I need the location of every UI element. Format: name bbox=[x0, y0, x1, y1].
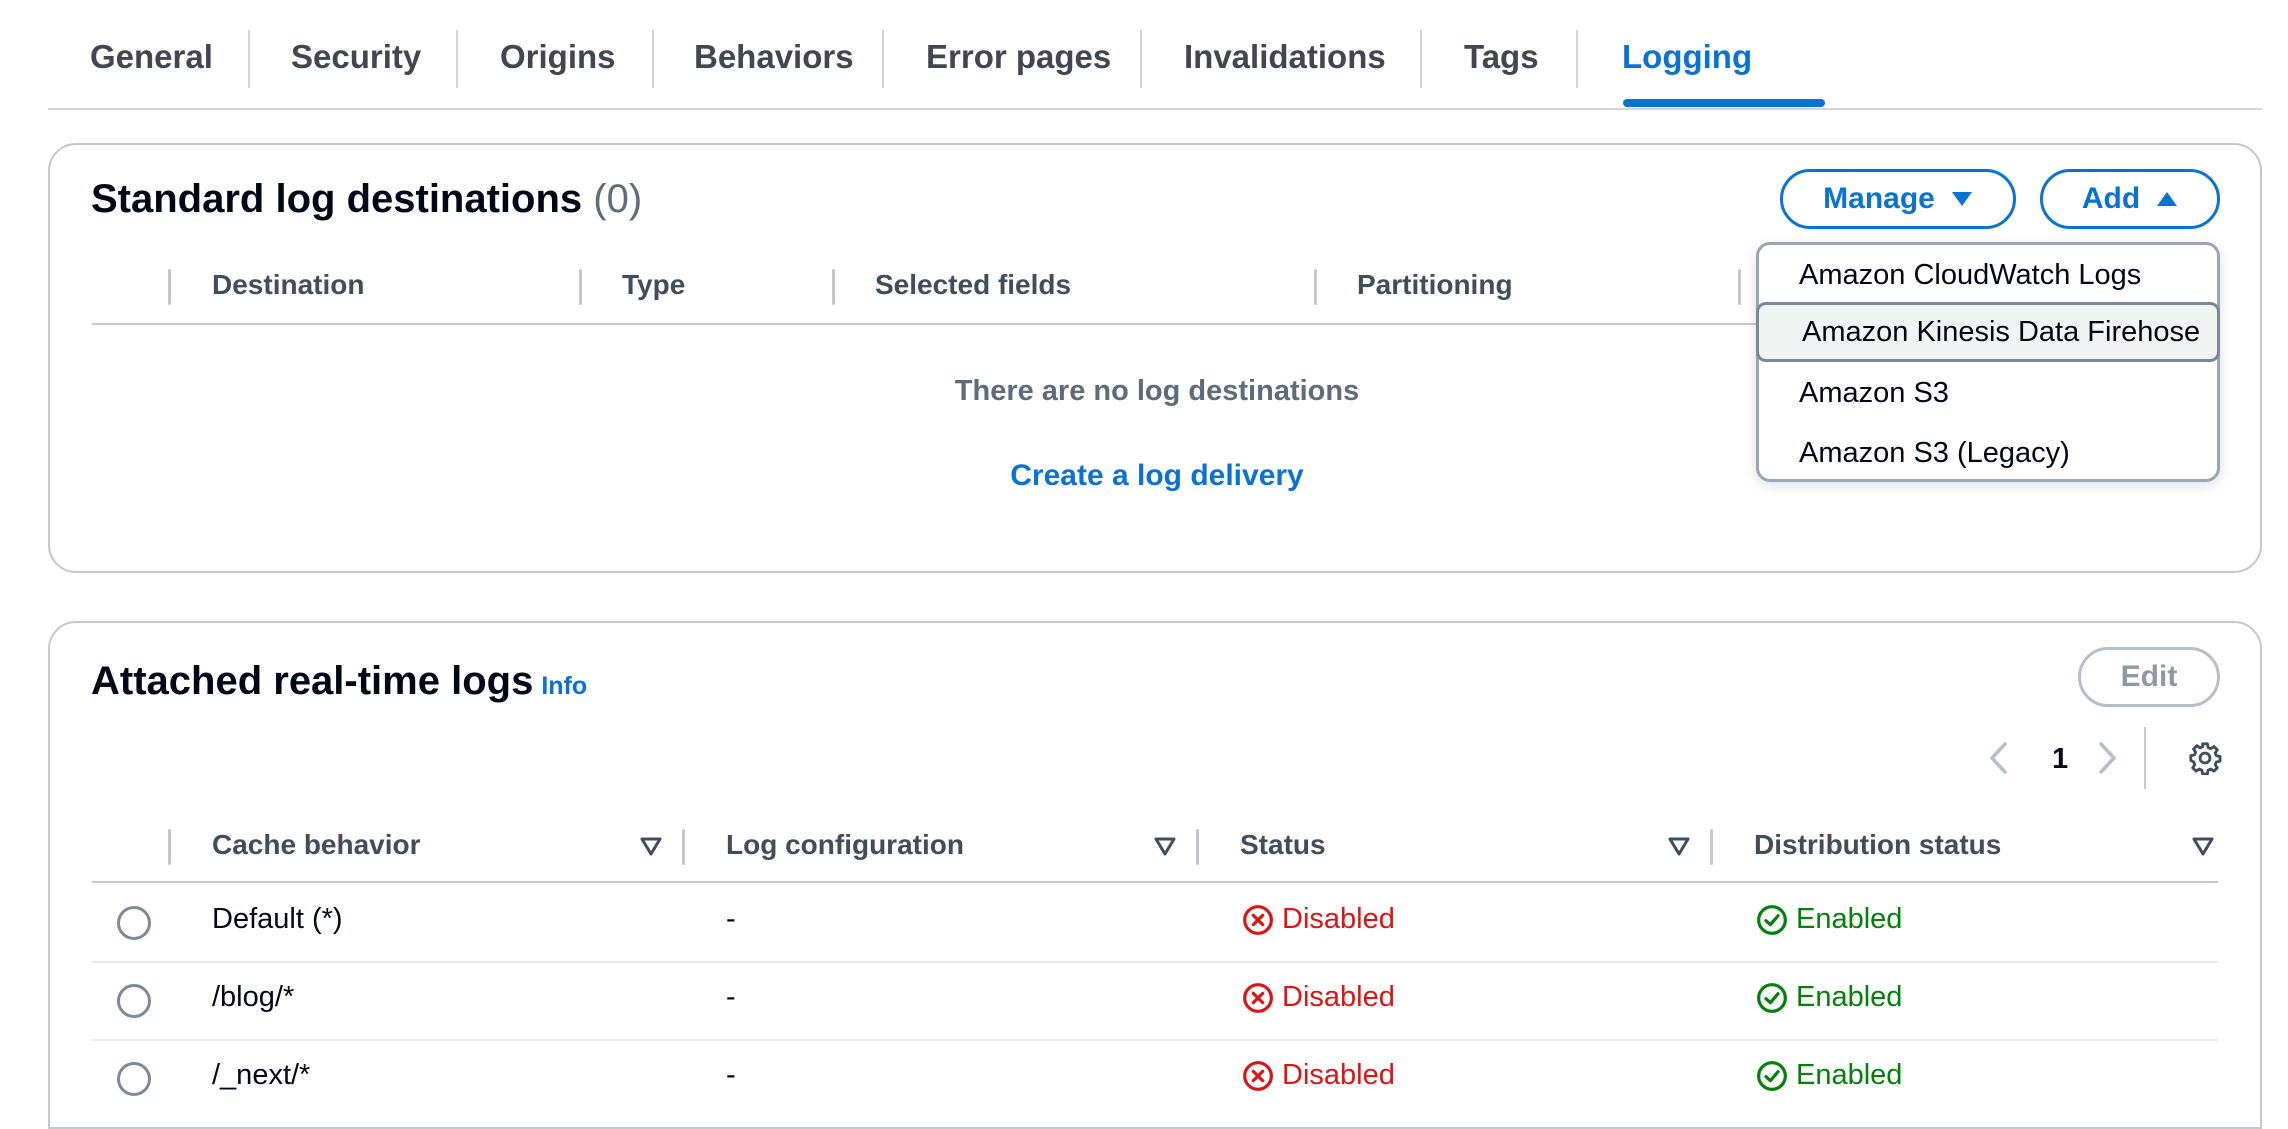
tab-divider bbox=[1140, 30, 1142, 88]
cache-behavior-cell: /_next/* bbox=[212, 1059, 311, 1091]
sort-icon[interactable] bbox=[2192, 837, 2214, 857]
tab-divider bbox=[456, 30, 458, 88]
success-status-icon bbox=[1757, 904, 1787, 935]
distribution-status-cell: Enabled bbox=[1756, 1059, 1902, 1092]
destination-count: (0) bbox=[593, 177, 643, 221]
column-selected-fields[interactable]: Selected fields bbox=[875, 269, 1071, 301]
tab-origins[interactable]: Origins bbox=[500, 38, 616, 88]
column-divider bbox=[1738, 269, 1741, 305]
status-cell: Disabled bbox=[1242, 981, 1395, 1014]
tab-behaviors[interactable]: Behaviors bbox=[694, 38, 854, 88]
status-cell: Disabled bbox=[1242, 903, 1395, 936]
tab-divider bbox=[1576, 30, 1578, 88]
column-distribution-status[interactable]: Distribution status bbox=[1754, 829, 2001, 861]
caret-down-icon bbox=[1951, 192, 1972, 206]
status-text: Disabled bbox=[1282, 903, 1395, 935]
column-partitioning[interactable]: Partitioning bbox=[1357, 269, 1513, 301]
caret-up-icon bbox=[2157, 192, 2178, 206]
success-status-icon bbox=[1757, 982, 1787, 1013]
tab-divider bbox=[652, 30, 654, 88]
sort-icon[interactable] bbox=[1154, 837, 1176, 857]
error-status-icon bbox=[1243, 904, 1273, 935]
error-status-icon bbox=[1243, 982, 1273, 1013]
row-radio[interactable] bbox=[117, 906, 151, 940]
column-divider bbox=[1314, 269, 1317, 305]
sort-icon[interactable] bbox=[640, 837, 662, 857]
tab-invalidations[interactable]: Invalidations bbox=[1184, 38, 1386, 88]
next-page-icon[interactable] bbox=[2097, 741, 2119, 775]
table-row[interactable]: Default (*) - Disabled Enabled bbox=[92, 883, 2218, 963]
menu-item-kinesis-firehose[interactable]: Amazon Kinesis Data Firehose bbox=[1756, 302, 2220, 362]
manage-button-label: Manage bbox=[1823, 182, 1935, 215]
menu-item-cloudwatch-logs[interactable]: Amazon CloudWatch Logs bbox=[1759, 245, 2217, 305]
column-destination[interactable]: Destination bbox=[212, 269, 364, 301]
edit-button-label: Edit bbox=[2120, 660, 2178, 693]
distribution-status-text: Enabled bbox=[1796, 1059, 1903, 1091]
log-configuration-cell: - bbox=[726, 903, 736, 935]
standard-title: Standard log destinations bbox=[91, 177, 583, 221]
tab-divider bbox=[882, 30, 884, 88]
error-status-icon bbox=[1243, 1060, 1273, 1091]
current-page-number[interactable]: 1 bbox=[2052, 743, 2068, 776]
tab-bar: General Security Origins Behaviors Error… bbox=[48, 0, 2262, 110]
status-text: Disabled bbox=[1282, 1059, 1395, 1091]
menu-item-amazon-s3-legacy[interactable]: Amazon S3 (Legacy) bbox=[1759, 423, 2217, 483]
status-text: Disabled bbox=[1282, 981, 1395, 1013]
column-divider bbox=[1196, 829, 1199, 865]
info-link[interactable]: Info bbox=[541, 672, 587, 700]
active-tab-indicator bbox=[1623, 99, 1825, 107]
distribution-status-text: Enabled bbox=[1796, 981, 1903, 1013]
manage-button[interactable]: Manage bbox=[1780, 169, 2016, 229]
success-status-icon bbox=[1757, 1060, 1787, 1091]
row-radio[interactable] bbox=[117, 1062, 151, 1096]
settings-gear-icon[interactable] bbox=[2188, 741, 2222, 775]
column-divider bbox=[579, 269, 582, 305]
tab-divider bbox=[248, 30, 250, 88]
add-button[interactable]: Add bbox=[2040, 169, 2220, 229]
column-cache-behavior[interactable]: Cache behavior bbox=[212, 829, 421, 861]
column-divider bbox=[832, 269, 835, 305]
add-destination-menu: Amazon CloudWatch Logs Amazon Kinesis Da… bbox=[1756, 242, 2220, 482]
row-radio[interactable] bbox=[117, 984, 151, 1018]
cache-behavior-cell: /blog/* bbox=[212, 981, 295, 1013]
pagination-divider bbox=[2144, 727, 2146, 789]
tab-general[interactable]: General bbox=[90, 38, 213, 88]
column-type[interactable]: Type bbox=[622, 269, 685, 301]
tab-divider bbox=[1420, 30, 1422, 88]
realtime-logs-panel: Attached real-time logs Info Edit 1 Cache… bbox=[48, 621, 2262, 1129]
realtime-table-header: Cache behavior Log configuration Status … bbox=[92, 823, 2218, 883]
distribution-status-cell: Enabled bbox=[1756, 903, 1902, 936]
column-divider bbox=[168, 829, 171, 865]
status-cell: Disabled bbox=[1242, 1059, 1395, 1092]
column-log-configuration[interactable]: Log configuration bbox=[726, 829, 964, 861]
previous-page-icon[interactable] bbox=[1987, 741, 2009, 775]
tab-security[interactable]: Security bbox=[291, 38, 421, 88]
column-divider bbox=[1710, 829, 1713, 865]
realtime-title: Attached real-time logs bbox=[91, 659, 534, 703]
tab-error-pages[interactable]: Error pages bbox=[926, 38, 1111, 88]
distribution-status-text: Enabled bbox=[1796, 903, 1903, 935]
menu-item-amazon-s3[interactable]: Amazon S3 bbox=[1759, 363, 2217, 423]
table-row[interactable]: /blog/* - Disabled Enabled bbox=[92, 961, 2218, 1041]
add-button-label: Add bbox=[2081, 182, 2141, 215]
column-divider bbox=[682, 829, 685, 865]
tab-tags[interactable]: Tags bbox=[1464, 38, 1539, 88]
log-configuration-cell: - bbox=[726, 1059, 736, 1091]
tab-logging[interactable]: Logging bbox=[1622, 38, 1752, 88]
distribution-status-cell: Enabled bbox=[1756, 981, 1902, 1014]
edit-button[interactable]: Edit bbox=[2078, 647, 2220, 707]
table-row[interactable]: /_next/* - Disabled Enabled bbox=[92, 1039, 2218, 1117]
column-status[interactable]: Status bbox=[1240, 829, 1326, 861]
column-divider bbox=[168, 269, 171, 305]
sort-icon[interactable] bbox=[1668, 837, 1690, 857]
panel-title: Attached real-time logs Info bbox=[91, 659, 587, 704]
panel-title: Standard log destinations (0) bbox=[91, 177, 642, 222]
log-configuration-cell: - bbox=[726, 981, 736, 1013]
cache-behavior-cell: Default (*) bbox=[212, 903, 343, 935]
